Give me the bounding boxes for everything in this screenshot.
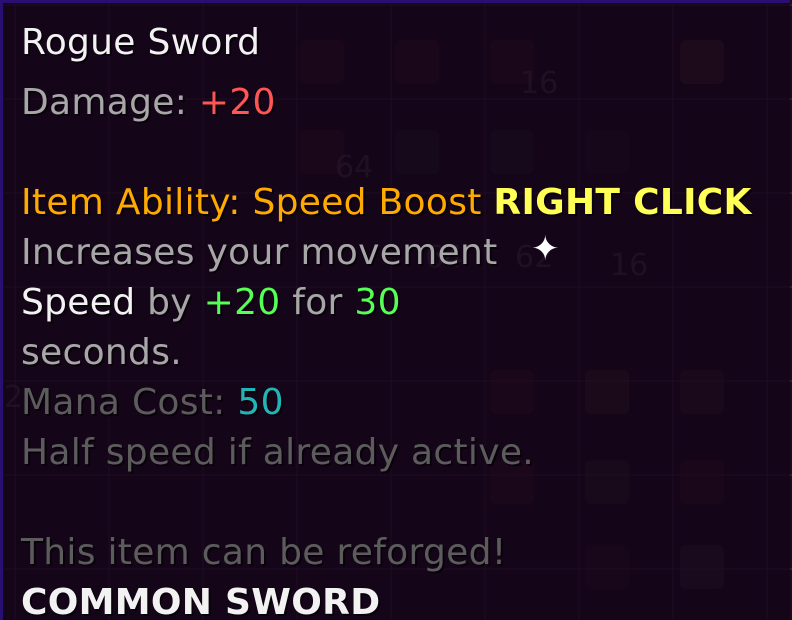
ability-action: RIGHT CLICK <box>493 182 752 223</box>
reforge-note: This item can be reforged! <box>21 532 507 573</box>
ability-note: Half speed if already active. <box>21 432 535 473</box>
mana-cost-value: 50 <box>237 382 284 423</box>
by-text: by <box>135 282 204 323</box>
ability-description-line-3: seconds. <box>21 332 182 373</box>
stat-name: Speed <box>21 282 136 323</box>
damage-label: Damage: <box>21 82 199 123</box>
mana-cost-line: Mana Cost: 50 <box>21 383 284 423</box>
ability-line: Item Ability: Speed Boost RIGHT CLICK <box>21 183 752 223</box>
sparkle-icon: ✦ <box>531 229 560 269</box>
item-rarity: COMMON SWORD <box>21 582 381 620</box>
ability-description-line-2: Speed by +20 for 30 <box>21 283 401 323</box>
item-name: Rogue Sword <box>21 22 261 63</box>
boost-amount: +20 <box>203 282 281 323</box>
damage-value: +20 <box>198 82 276 123</box>
item-tooltip: Rogue Sword Damage: +20 Item Ability: Sp… <box>0 0 790 620</box>
for-text: for <box>280 282 355 323</box>
inventory-screen: 16 64 64 62 16 2 Rogue Sword Damage: +20… <box>0 0 792 620</box>
boost-duration: 30 <box>354 282 401 323</box>
ability-name: Item Ability: Speed Boost <box>21 182 494 223</box>
ability-description-line-1: Increases your movement <box>21 232 498 273</box>
damage-line: Damage: +20 <box>21 83 276 123</box>
mana-cost-label: Mana Cost: <box>21 382 238 423</box>
